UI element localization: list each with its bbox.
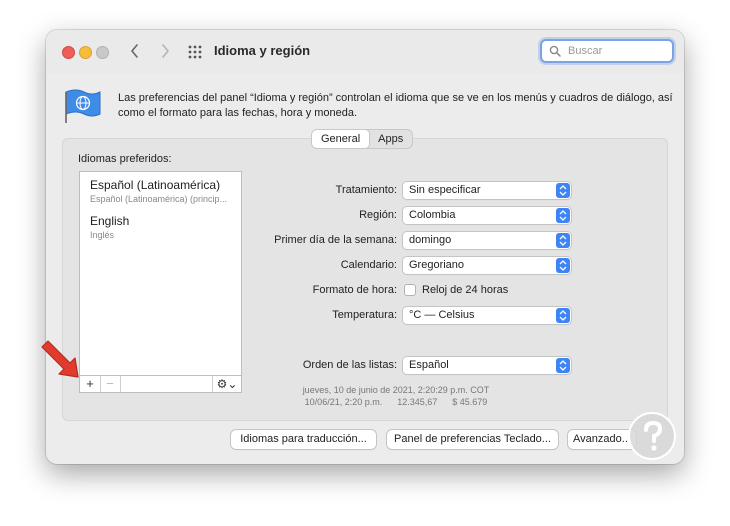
window-title: Idioma y región bbox=[214, 43, 311, 58]
date-sample-line: jueves, 10 de junio de 2021, 2:20:29 p.m… bbox=[302, 385, 490, 395]
search-field[interactable]: Buscar bbox=[540, 39, 674, 63]
tab-bar: General Apps bbox=[312, 130, 413, 148]
remove-language-button[interactable]: − bbox=[100, 376, 121, 392]
add-language-button[interactable]: + bbox=[80, 376, 101, 392]
temperature-popup[interactable]: °C — Celsius bbox=[403, 307, 571, 324]
calendar-value: Gregoriano bbox=[409, 259, 465, 271]
first-day-label: Primer día de la semana: bbox=[274, 234, 397, 246]
region-label: Región: bbox=[359, 209, 397, 221]
updown-arrows-icon bbox=[556, 358, 570, 373]
search-placeholder: Buscar bbox=[568, 45, 603, 57]
list-item[interactable]: English Inglés bbox=[90, 214, 129, 240]
zoom-button[interactable] bbox=[96, 46, 109, 59]
updown-arrows-icon bbox=[556, 233, 570, 248]
close-button[interactable] bbox=[62, 46, 75, 59]
tab-apps[interactable]: Apps bbox=[369, 130, 412, 148]
preferred-languages-label: Idiomas preferidos: bbox=[78, 153, 172, 165]
tratamiento-label: Tratamiento: bbox=[335, 184, 397, 196]
back-button[interactable] bbox=[124, 40, 146, 62]
list-toolbar: + − ⚙︎⌄ bbox=[79, 376, 242, 393]
updown-arrows-icon bbox=[556, 308, 570, 323]
first-day-value: domingo bbox=[409, 234, 452, 246]
minimize-button[interactable] bbox=[79, 46, 92, 59]
temperature-label: Temperatura: bbox=[332, 309, 397, 321]
updown-arrows-icon bbox=[556, 208, 570, 223]
language-region-flag-icon bbox=[65, 89, 101, 123]
calendar-label: Calendario: bbox=[340, 259, 397, 271]
watermark-logo-icon bbox=[628, 412, 676, 460]
first-day-popup[interactable]: domingo bbox=[403, 232, 571, 249]
list-order-popup[interactable]: Español bbox=[403, 357, 571, 374]
title-bar: Idioma y región Buscar bbox=[46, 30, 684, 74]
temperature-value: °C — Celsius bbox=[409, 309, 475, 321]
region-popup[interactable]: Colombia bbox=[403, 207, 571, 224]
tratamiento-popup[interactable]: Sin especificar bbox=[403, 182, 571, 199]
show-all-grid-icon[interactable] bbox=[187, 44, 203, 60]
updown-arrows-icon bbox=[556, 183, 570, 198]
chevron-left-icon bbox=[131, 44, 138, 58]
search-icon bbox=[549, 45, 561, 57]
forward-button[interactable] bbox=[154, 40, 176, 62]
updown-arrows-icon bbox=[556, 258, 570, 273]
language-detail: Inglés bbox=[90, 230, 115, 240]
list-order-label: Orden de las listas: bbox=[302, 359, 397, 371]
preferred-languages-list[interactable]: Español (Latinoamérica) Español (Latinoa… bbox=[79, 171, 242, 376]
chevron-right-icon bbox=[162, 44, 169, 58]
preferences-window: Idioma y región Buscar Las preferencias … bbox=[46, 30, 684, 464]
time-format-label: Formato de hora: bbox=[312, 284, 397, 296]
list-order-value: Español bbox=[409, 359, 449, 371]
tab-general[interactable]: General bbox=[312, 130, 370, 148]
keyboard-preferences-button[interactable]: Panel de preferencias Teclado... bbox=[387, 430, 558, 449]
24-hour-clock-checkbox[interactable] bbox=[404, 284, 416, 296]
region-value: Colombia bbox=[409, 209, 456, 221]
panel-description: Las preferencias del panel “Idioma y reg… bbox=[118, 92, 673, 119]
translation-languages-button[interactable]: Idiomas para traducción... bbox=[231, 430, 376, 449]
gear-menu-button[interactable]: ⚙︎⌄ bbox=[212, 376, 241, 392]
24-hour-clock-label[interactable]: Reloj de 24 horas bbox=[422, 284, 508, 296]
red-pointer-arrow-icon bbox=[41, 340, 79, 378]
language-name: English bbox=[90, 214, 130, 228]
number-sample-line: 10/06/21, 2:20 p.m. 12.345,67 $ 45.679 bbox=[304, 397, 488, 407]
calendar-popup[interactable]: Gregoriano bbox=[403, 257, 571, 274]
tratamiento-value: Sin especificar bbox=[409, 184, 481, 196]
